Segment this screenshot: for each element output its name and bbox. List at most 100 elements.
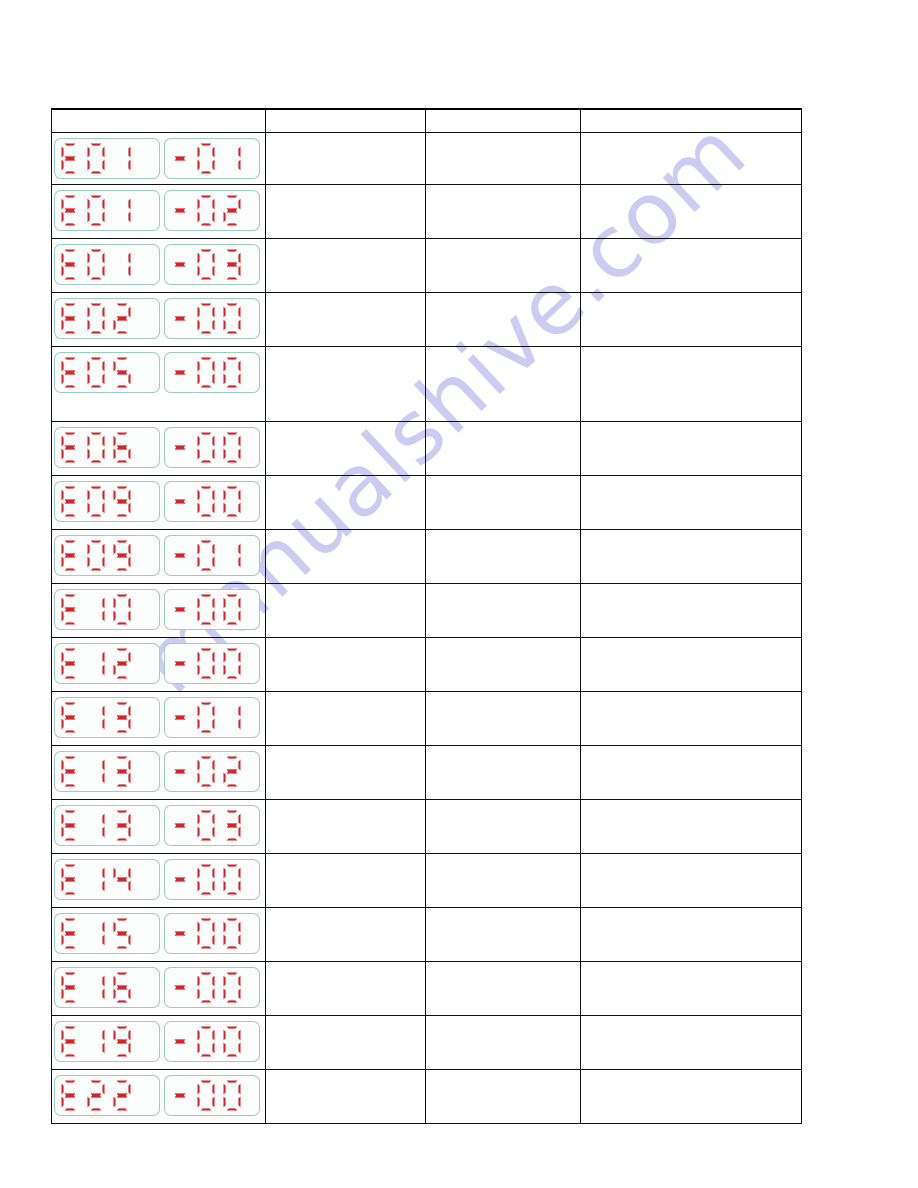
lcd-suffix-display <box>164 244 260 285</box>
cell-col-b <box>265 132 426 185</box>
lcd-suffix-display <box>164 190 260 231</box>
cell-col-d <box>580 132 802 185</box>
cell-col-c <box>425 961 581 1016</box>
table-row <box>51 583 802 638</box>
cell-col-b <box>265 475 426 530</box>
cell-col-c <box>425 1069 581 1124</box>
lcd-code-display <box>54 481 160 522</box>
lcd-code-display <box>54 589 160 630</box>
cell-col-b <box>265 745 426 800</box>
cell-col-b <box>265 346 426 422</box>
lcd-display-group <box>52 800 265 851</box>
cell-col-b <box>265 799 426 854</box>
error-code-cell <box>51 637 266 692</box>
cell-col-c <box>425 421 581 476</box>
lcd-code-display <box>54 913 160 954</box>
cell-col-d <box>580 184 802 239</box>
table-row <box>51 132 802 185</box>
lcd-code-display <box>54 1021 160 1062</box>
lcd-suffix-display <box>164 859 260 900</box>
cell-col-c <box>425 529 581 584</box>
lcd-display-group <box>52 476 265 527</box>
cell-col-c <box>425 238 581 293</box>
lcd-suffix-display <box>164 138 260 179</box>
table-header-row <box>51 108 802 133</box>
error-code-cell <box>51 691 266 746</box>
lcd-display-group <box>52 1070 265 1121</box>
lcd-suffix-display <box>164 1021 260 1062</box>
lcd-display-group <box>52 962 265 1013</box>
cell-col-b <box>265 853 426 908</box>
cell-col-b <box>265 292 426 347</box>
cell-col-c <box>425 745 581 800</box>
table-row <box>51 238 802 293</box>
error-code-cell <box>51 961 266 1016</box>
table-row <box>51 907 802 962</box>
cell-col-c <box>425 907 581 962</box>
lcd-suffix-display <box>164 805 260 846</box>
lcd-suffix-display <box>164 352 260 393</box>
cell-col-c <box>425 132 581 185</box>
error-code-table <box>51 108 802 1124</box>
cell-col-b <box>265 637 426 692</box>
cell-col-d <box>580 583 802 638</box>
cell-col-c <box>425 853 581 908</box>
error-code-cell <box>51 1069 266 1124</box>
lcd-display-group <box>52 133 265 184</box>
lcd-display-group <box>52 584 265 635</box>
lcd-display-group <box>52 854 265 905</box>
lcd-code-display <box>54 1075 160 1116</box>
cell-col-c <box>425 184 581 239</box>
cell-col-d <box>580 961 802 1016</box>
lcd-code-display <box>54 190 160 231</box>
lcd-code-display <box>54 697 160 738</box>
error-code-cell <box>51 799 266 854</box>
error-code-cell <box>51 1015 266 1070</box>
lcd-suffix-display <box>164 913 260 954</box>
lcd-display-group <box>52 908 265 959</box>
lcd-code-display <box>54 643 160 684</box>
error-code-cell <box>51 421 266 476</box>
cell-col-d <box>580 529 802 584</box>
lcd-code-display <box>54 427 160 468</box>
table-row <box>51 421 802 476</box>
cell-col-d <box>580 475 802 530</box>
cell-col-c <box>425 637 581 692</box>
error-code-cell <box>51 745 266 800</box>
cell-col-d <box>580 745 802 800</box>
cell-col-c <box>425 346 581 422</box>
error-code-cell <box>51 292 266 347</box>
lcd-display-group <box>52 347 265 398</box>
table-row <box>51 961 802 1016</box>
header-cell-col_c <box>425 108 581 133</box>
error-code-cell <box>51 132 266 185</box>
cell-col-c <box>425 799 581 854</box>
error-code-cell <box>51 346 266 422</box>
cell-col-c <box>425 292 581 347</box>
cell-col-d <box>580 1015 802 1070</box>
cell-col-d <box>580 421 802 476</box>
lcd-display-group <box>52 1016 265 1067</box>
lcd-suffix-display <box>164 643 260 684</box>
table-row <box>51 745 802 800</box>
lcd-suffix-display <box>164 298 260 339</box>
error-code-cell <box>51 853 266 908</box>
lcd-code-display <box>54 352 160 393</box>
lcd-suffix-display <box>164 427 260 468</box>
lcd-code-display <box>54 805 160 846</box>
table-row <box>51 691 802 746</box>
error-code-cell <box>51 583 266 638</box>
cell-col-c <box>425 1015 581 1070</box>
cell-col-c <box>425 475 581 530</box>
lcd-display-group <box>52 746 265 797</box>
lcd-display-group <box>52 530 265 581</box>
table-row <box>51 853 802 908</box>
table-row <box>51 1015 802 1070</box>
lcd-code-display <box>54 751 160 792</box>
lcd-code-display <box>54 138 160 179</box>
lcd-code-display <box>54 244 160 285</box>
lcd-suffix-display <box>164 535 260 576</box>
table-row <box>51 184 802 239</box>
error-code-cell <box>51 475 266 530</box>
lcd-display-group <box>52 638 265 689</box>
